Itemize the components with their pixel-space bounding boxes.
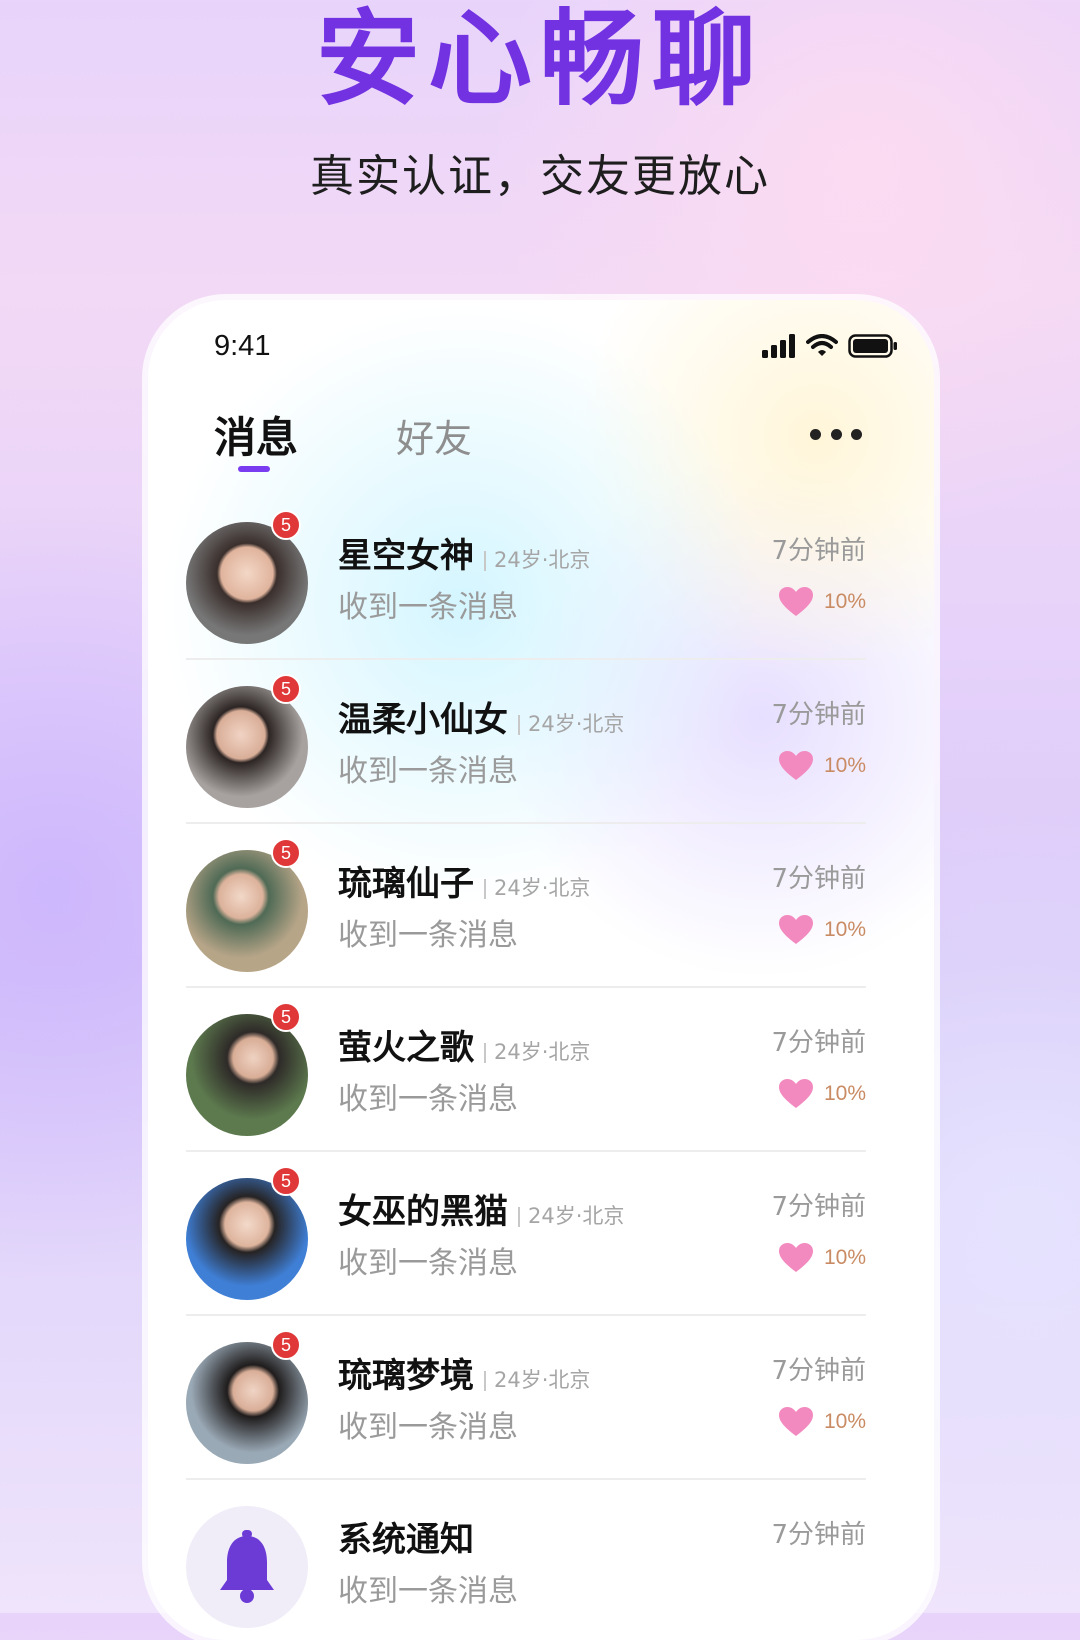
contact-name: 女巫的黑猫 [338, 1192, 508, 1232]
bell-icon [220, 1530, 274, 1603]
affinity-indicator: 10% [778, 1406, 866, 1438]
conversation-row[interactable]: 5 温柔小仙女 24岁·北京 收到一条消息 7分钟前 10% [186, 660, 866, 824]
contact-name-row: 温柔小仙女 24岁·北京 [338, 692, 624, 741]
heart-icon [778, 915, 813, 944]
conversation-list: 5 星空女神 24岁·北京 收到一条消息 7分钟前 10% 5 温柔小仙女 24岁·… [186, 496, 866, 1640]
affinity-value: 10% [823, 1246, 866, 1269]
message-preview: 收到一条消息 [338, 1082, 518, 1117]
heart-icon [778, 1079, 813, 1108]
promo-subtitle: 真实认证，交友更放心 [310, 151, 770, 202]
heart-icon [778, 1243, 813, 1272]
conversation-row[interactable]: 5 女巫的黑猫 24岁·北京 收到一条消息 7分钟前 10% [186, 1152, 866, 1316]
conversation-row[interactable]: 5 萤火之歌 24岁·北京 收到一条消息 7分钟前 10% [186, 988, 866, 1152]
message-time: 7分钟前 [771, 700, 866, 730]
contact-name: 萤火之歌 [338, 1028, 474, 1068]
unread-badge: 5 [271, 510, 301, 540]
tab-friends[interactable]: 好友 [396, 408, 472, 463]
unread-badge: 5 [271, 1330, 301, 1360]
contact-meta: 24岁·北京 [484, 1368, 590, 1392]
conversation-row[interactable]: 5 琉璃仙子 24岁·北京 收到一条消息 7分钟前 10% [186, 824, 866, 988]
unread-badge: 5 [271, 1166, 301, 1196]
contact-name: 琉璃仙子 [338, 864, 474, 904]
contact-name-row: 琉璃仙子 24岁·北京 [338, 856, 590, 905]
contact-meta: 24岁·北京 [518, 712, 624, 736]
status-time: 9:41 [214, 330, 271, 362]
phone-frame: 9:41 消息 好友 5 星空女神 24岁·北京 收到一条消息 7分钟前 10%… [148, 300, 934, 1640]
affinity-indicator: 10% [778, 586, 866, 618]
unread-badge: 5 [271, 1002, 301, 1032]
signal-icon [762, 334, 795, 358]
system-notice-row[interactable]: 系统通知 收到一条消息 7分钟前 [186, 1480, 866, 1640]
affinity-indicator: 10% [778, 914, 866, 946]
affinity-indicator: 10% [778, 1242, 866, 1274]
contact-name-row: 琉璃梦境 24岁·北京 [338, 1348, 590, 1397]
tab-messages[interactable]: 消息 [214, 404, 298, 465]
message-preview: 收到一条消息 [338, 1246, 518, 1281]
heart-icon [778, 587, 813, 616]
contact-meta: 24岁·北京 [518, 1204, 624, 1228]
message-time: 7分钟前 [771, 536, 866, 566]
wifi-icon [806, 334, 838, 356]
tab-active-indicator [238, 466, 270, 472]
promo-title: 安心畅聊 [315, 0, 764, 120]
avatar [186, 1178, 308, 1300]
contact-name: 星空女神 [338, 536, 474, 576]
message-time: 7分钟前 [771, 1192, 866, 1222]
system-avatar [186, 1506, 308, 1628]
status-icons [762, 330, 898, 362]
affinity-value: 10% [823, 1082, 866, 1105]
avatar [186, 686, 308, 808]
message-preview: 收到一条消息 [338, 590, 518, 625]
more-options-icon[interactable] [810, 424, 862, 444]
affinity-value: 10% [823, 590, 866, 613]
system-notice-time: 7分钟前 [771, 1520, 866, 1550]
message-preview: 收到一条消息 [338, 1410, 518, 1445]
contact-name-row: 女巫的黑猫 24岁·北京 [338, 1184, 624, 1233]
message-time: 7分钟前 [771, 864, 866, 894]
message-preview: 收到一条消息 [338, 918, 518, 953]
unread-badge: 5 [271, 838, 301, 868]
avatar [186, 522, 308, 644]
message-time: 7分钟前 [771, 1356, 866, 1386]
battery-icon [848, 334, 897, 358]
conversation-row[interactable]: 5 琉璃梦境 24岁·北京 收到一条消息 7分钟前 10% [186, 1316, 866, 1480]
contact-name-row: 星空女神 24岁·北京 [338, 528, 590, 577]
heart-icon [778, 751, 813, 780]
affinity-indicator: 10% [778, 1078, 866, 1110]
contact-name: 温柔小仙女 [338, 700, 508, 740]
tab-bar: 消息 好友 [214, 404, 874, 474]
contact-meta: 24岁·北京 [484, 1040, 590, 1064]
avatar [186, 1342, 308, 1464]
unread-badge: 5 [271, 674, 301, 704]
message-time: 7分钟前 [771, 1028, 866, 1058]
affinity-value: 10% [823, 754, 866, 777]
system-notice-preview: 收到一条消息 [338, 1574, 518, 1609]
contact-meta: 24岁·北京 [484, 548, 590, 572]
message-preview: 收到一条消息 [338, 754, 518, 789]
heart-icon [778, 1407, 813, 1436]
contact-meta: 24岁·北京 [484, 876, 590, 900]
conversation-row[interactable]: 5 星空女神 24岁·北京 收到一条消息 7分钟前 10% [186, 496, 866, 660]
affinity-value: 10% [823, 918, 866, 941]
avatar [186, 850, 308, 972]
contact-name: 琉璃梦境 [338, 1356, 474, 1396]
affinity-indicator: 10% [778, 750, 866, 782]
affinity-value: 10% [823, 1410, 866, 1433]
contact-name-row: 萤火之歌 24岁·北京 [338, 1020, 590, 1069]
system-notice-title: 系统通知 [338, 1520, 474, 1560]
avatar [186, 1014, 308, 1136]
